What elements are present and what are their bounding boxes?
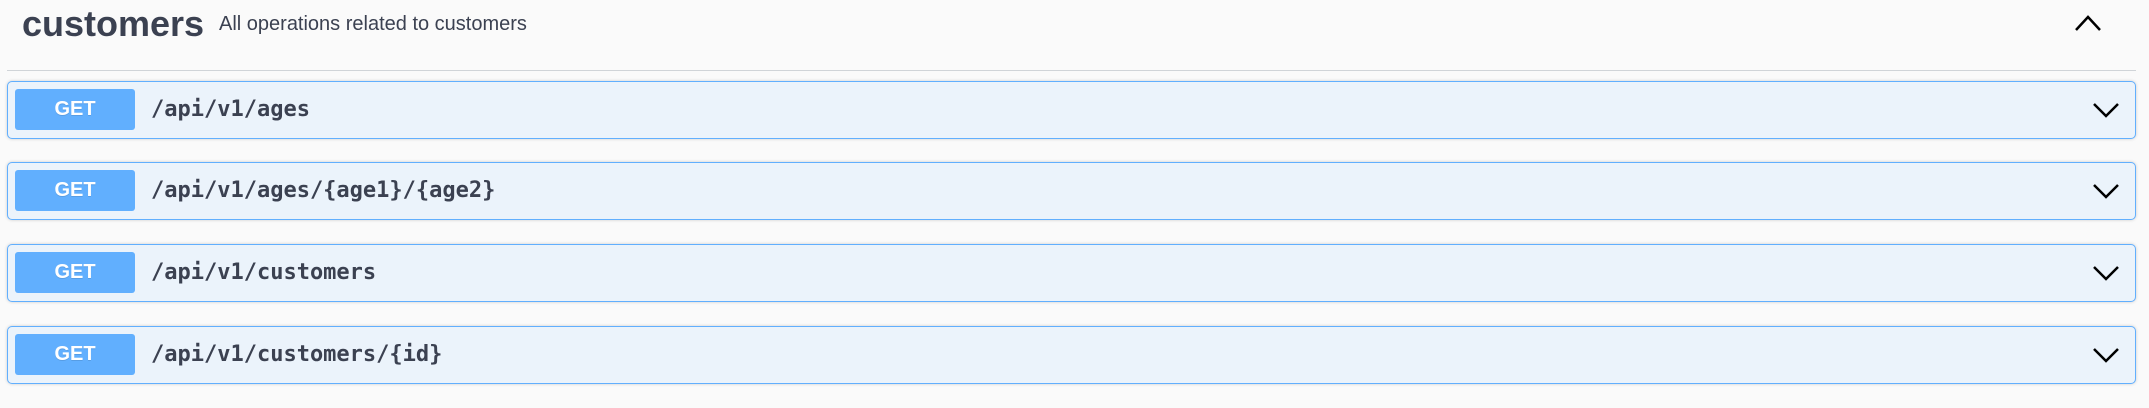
collapse-section-button[interactable] bbox=[2065, 6, 2111, 40]
expand-operation-button[interactable] bbox=[2088, 337, 2124, 373]
chevron-down-icon bbox=[2093, 103, 2119, 118]
chevron-down-icon bbox=[2093, 348, 2119, 363]
method-badge: GET bbox=[15, 89, 135, 130]
operation-path: /api/v1/ages bbox=[151, 97, 310, 122]
operation-get-customers[interactable]: GET /api/v1/customers bbox=[7, 244, 2136, 302]
expand-operation-button[interactable] bbox=[2088, 173, 2124, 209]
section-title: customers bbox=[22, 3, 205, 44]
section-header-customers[interactable]: customers All operations related to cust… bbox=[7, 0, 2136, 71]
chevron-down-icon bbox=[2093, 266, 2119, 281]
chevron-up-icon bbox=[2075, 15, 2101, 31]
operation-get-ages-range[interactable]: GET /api/v1/ages/{age1}/{age2} bbox=[7, 162, 2136, 220]
method-badge: GET bbox=[15, 170, 135, 211]
method-badge: GET bbox=[15, 252, 135, 293]
operation-get-customer-by-id[interactable]: GET /api/v1/customers/{id} bbox=[7, 326, 2136, 384]
operation-path: /api/v1/customers/{id} bbox=[151, 342, 443, 367]
chevron-down-icon bbox=[2093, 184, 2119, 199]
operation-path: /api/v1/customers bbox=[151, 260, 377, 285]
section-description: All operations related to customers bbox=[219, 13, 527, 35]
method-badge: GET bbox=[15, 334, 135, 375]
expand-operation-button[interactable] bbox=[2088, 92, 2124, 128]
operation-path: /api/v1/ages/{age1}/{age2} bbox=[151, 178, 496, 203]
operation-get-ages[interactable]: GET /api/v1/ages bbox=[7, 81, 2136, 139]
expand-operation-button[interactable] bbox=[2088, 255, 2124, 291]
